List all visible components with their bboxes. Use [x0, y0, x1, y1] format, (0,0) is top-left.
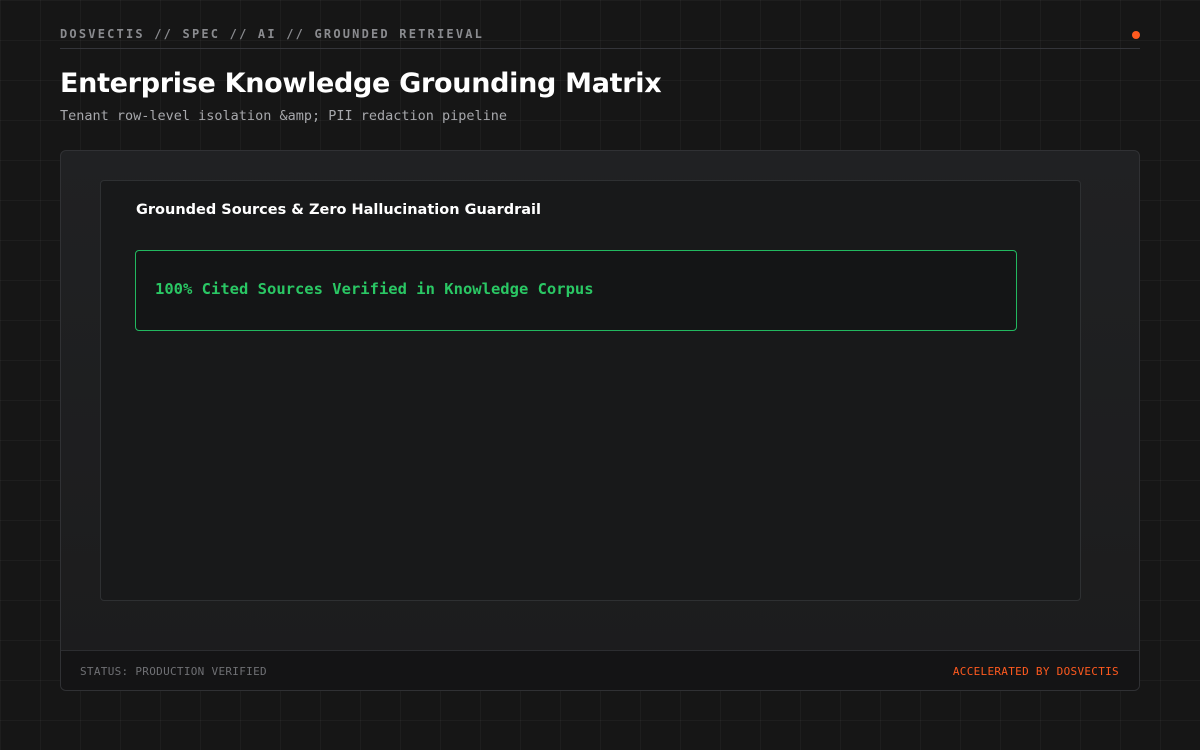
top-bar: DOSVECTIS // SPEC // AI // GROUNDED RETR… — [60, 26, 1140, 49]
panel-footer: STATUS: PRODUCTION VERIFIED ACCELERATED … — [61, 650, 1139, 690]
page-title: Enterprise Knowledge Grounding Matrix — [60, 68, 662, 99]
verification-box: 100% Cited Sources Verified in Knowledge… — [135, 250, 1017, 331]
status-dot-icon — [1132, 31, 1140, 39]
footer-status: STATUS: PRODUCTION VERIFIED — [80, 665, 267, 678]
footer-brand: ACCELERATED BY DOSVECTIS — [952, 665, 1119, 678]
page-subtitle: Tenant row-level isolation &amp; PII red… — [60, 108, 508, 124]
guardrail-card: Grounded Sources & Zero Hallucination Gu… — [100, 180, 1081, 601]
card-title: Grounded Sources & Zero Hallucination Gu… — [136, 202, 541, 218]
main-panel: Grounded Sources & Zero Hallucination Gu… — [60, 150, 1140, 691]
verification-text: 100% Cited Sources Verified in Knowledge… — [155, 280, 594, 298]
breadcrumb: DOSVECTIS // SPEC // AI // GROUNDED RETR… — [60, 27, 485, 41]
